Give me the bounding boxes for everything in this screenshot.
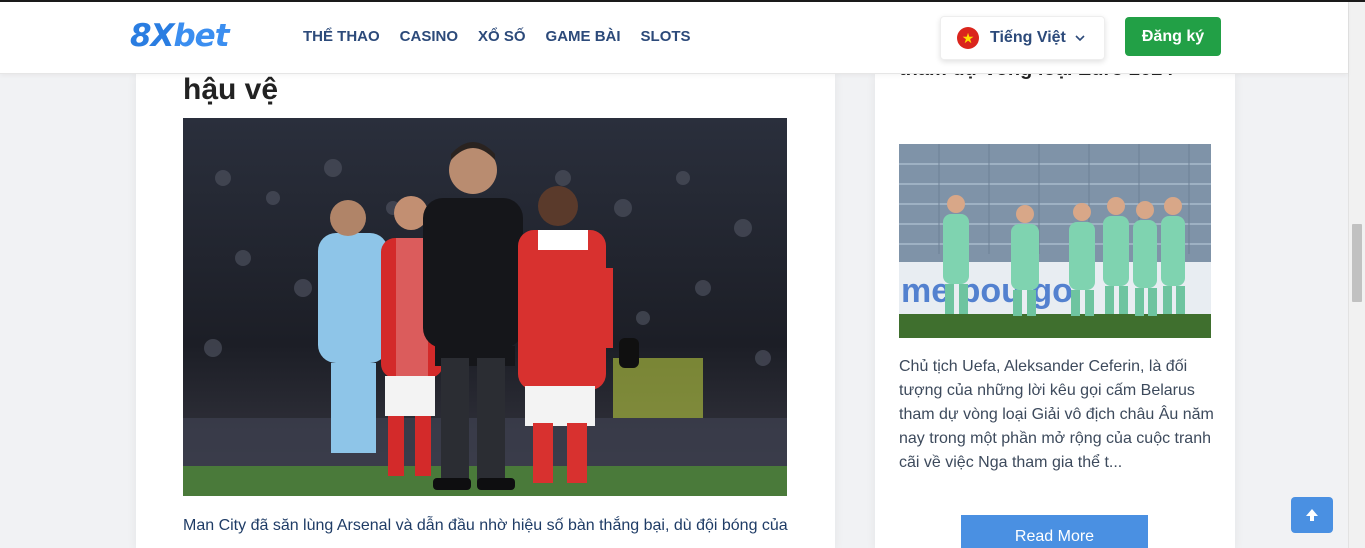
logo-x: X [150, 18, 175, 54]
back-to-top-button[interactable] [1291, 497, 1333, 533]
sidebar-photo-illustration: me pou go [899, 144, 1211, 338]
nav-item-game-bai[interactable]: GAME BÀI [546, 28, 621, 46]
chevron-down-icon [1075, 35, 1085, 42]
logo-8: 8 [130, 18, 152, 54]
article-hero-image [183, 118, 787, 496]
hero-photo-illustration [183, 118, 787, 496]
article-excerpt: Man City đã săn lùng Arsenal và dẫn đầu … [183, 517, 788, 534]
register-button[interactable]: Đăng ký [1125, 17, 1221, 56]
main-nav: THỂ THAO CASINO XỔ SỐ GAME BÀI SLOTS [303, 28, 711, 46]
language-label: Tiếng Việt [990, 29, 1066, 46]
language-selector[interactable]: ★ Tiếng Việt [940, 16, 1105, 60]
sidebar-post-image[interactable]: me pou go [899, 144, 1211, 338]
vietnam-flag-icon: ★ [957, 27, 979, 49]
nav-item-slots[interactable]: SLOTS [641, 28, 691, 46]
site-logo[interactable]: 8Xbet [130, 16, 230, 56]
read-more-button[interactable]: Read More [961, 515, 1148, 548]
nav-item-xo-so[interactable]: XỔ SỐ [478, 28, 526, 46]
sidebar-post-excerpt: Chủ tịch Uefa, Aleksander Ceferin, là đố… [899, 358, 1214, 471]
article-title: hậu vệ [183, 73, 279, 106]
svg-text:me pou go: me pou go [901, 272, 1073, 310]
site-header: 8Xbet THỂ THAO CASINO XỔ SỐ GAME BÀI SLO… [0, 2, 1348, 74]
nav-item-casino[interactable]: CASINO [400, 28, 458, 46]
arrow-up-icon [1306, 509, 1318, 521]
scrollbar-thumb[interactable] [1352, 224, 1362, 302]
nav-item-the-thao[interactable]: THỂ THAO [303, 28, 380, 46]
logo-bet: bet [173, 18, 229, 54]
page-scrollbar[interactable] [1348, 2, 1365, 548]
